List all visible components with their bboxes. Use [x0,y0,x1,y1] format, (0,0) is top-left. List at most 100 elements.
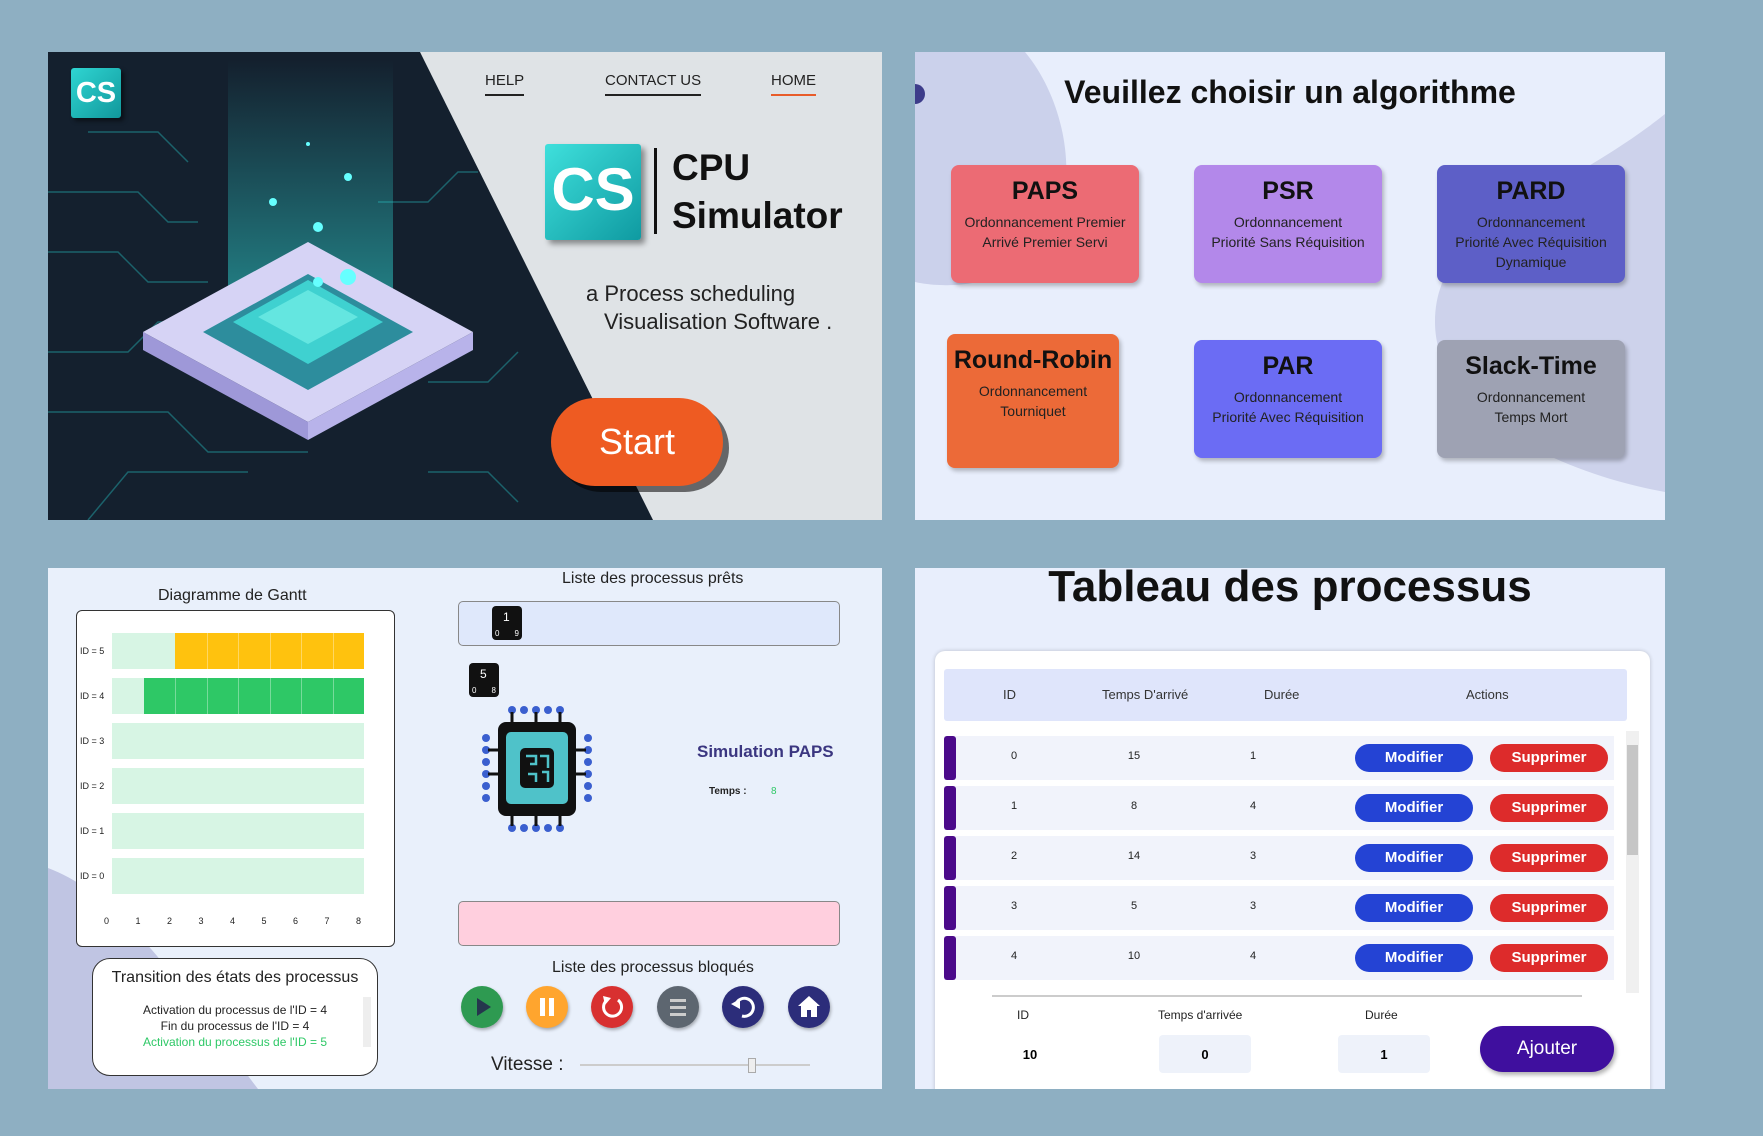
form-id-field[interactable] [984,1035,1076,1073]
algorithm-card-title: PARD [1496,177,1566,205]
row-stripe [944,736,956,780]
cell-duration: 3 [1249,850,1257,862]
nav-home-link[interactable]: HOME [771,72,816,96]
nav-help-link[interactable]: HELP [485,72,525,96]
transition-line: Activation du processus de l'ID = 5 [142,1035,328,1049]
table-row: 1 8 4 Modifier Supprimer [944,786,1614,830]
gantt-bar-divider [269,633,271,669]
algorithm-card-paps[interactable]: PAPS Ordonnancement Premier Arrivé Premier… [951,165,1139,283]
form-arrival-label: Temps d'arrivée [1158,1008,1243,1022]
modify-button[interactable]: Modifier [1355,744,1473,772]
gantt-chart: ID = 5 ID = 4 ID = 3 ID = 2 ID = 1 ID = 0 0 1 2 3… [76,610,395,947]
simulation-title: Simulation PAPS [697,742,834,761]
gantt-bar-divider [206,678,208,714]
delete-button[interactable]: Supprimer [1490,744,1608,772]
delete-button[interactable]: Supprimer [1490,794,1608,822]
algorithm-card-psr[interactable]: PSR Ordonnancement Priorité Sans Réquisiti… [1194,165,1382,283]
row-stripe [944,836,956,880]
time-value: 8 [771,786,777,797]
blocked-list-title: Liste des processus bloqués [552,959,754,976]
algorithm-card-description-line: Ordonnancement [1476,214,1586,230]
gantt-bar-divider [301,678,302,714]
speed-label: Vitesse : [491,1054,564,1075]
algorithm-card-par[interactable]: PAR Ordonnancement Priorité Avec Réquisiti… [1194,340,1382,458]
algorithm-card-round-robin[interactable]: Round-Robin Ordonnancement Tourniquet [947,334,1119,468]
transition-line: Fin du processus de l'ID = 4 [160,1019,310,1033]
logo-divider [654,148,657,234]
gantt-row-label: ID = 4 [80,691,105,701]
gantt-tick-label: 6 [293,916,299,926]
list-icon [670,999,686,1016]
cell-id: 3 [1010,900,1018,912]
gantt-tick-label: 0 [104,916,110,926]
gantt-bar-divider [206,633,208,669]
running-process-card: 5 0 8 [469,663,499,697]
list-button[interactable] [657,986,699,1028]
table-scrollbar-thumb[interactable] [1627,745,1638,855]
modify-button[interactable]: Modifier [1355,794,1473,822]
pause-button[interactable] [526,986,568,1028]
gantt-row-track [112,723,364,759]
form-arrival-field[interactable] [1159,1035,1251,1073]
algorithm-card-title: Slack-Time [1465,352,1597,380]
form-duration-field[interactable] [1338,1035,1430,1073]
cell-arrival: 15 [1127,750,1141,762]
header-actions: Actions [1466,687,1509,702]
restart-button[interactable] [591,986,633,1028]
modify-button[interactable]: Modifier [1355,844,1473,872]
form-id-label: ID [1017,1008,1029,1022]
play-button[interactable] [461,986,503,1028]
algorithm-card-description-line: Priorité Avec Réquisition [1455,234,1607,250]
transitions-scrollbar[interactable] [363,997,371,1047]
algorithm-card-description-line: Temps Mort [1494,409,1568,425]
gantt-bar-divider [238,678,239,714]
start-button[interactable]: Start [551,398,723,486]
ready-queue: 1 0 9 [458,601,840,646]
home-button[interactable] [788,986,830,1028]
cell-duration: 3 [1249,900,1257,912]
header-arrival: Temps D'arrivé [1102,687,1189,702]
row-stripe [944,886,956,930]
gantt-tick-label: 7 [324,916,330,926]
app-logo: CS [545,144,641,240]
gantt-row-track [112,768,364,804]
gantt-title: Diagramme de Gantt [158,587,307,604]
process-table-panel: Tableau des processus ID Temps D'arrivé … [915,568,1665,1089]
nav-contact-link[interactable]: CONTACT US [605,72,702,96]
gantt-bar-divider [269,678,271,714]
gantt-bar [143,678,364,714]
table-row: 0 15 1 Modifier Supprimer [944,736,1614,780]
process-id: 1 [503,610,510,624]
delete-button[interactable]: Supprimer [1490,894,1608,922]
transitions-box: Transition des états des processus Activ… [92,958,378,1076]
gantt-tick-label: 5 [261,916,267,926]
delete-button[interactable]: Supprimer [1490,944,1608,972]
gantt-bar-divider [332,678,334,714]
algorithm-card-description: Ordonnancement Priorité Avec Réquisition D… [1437,212,1625,272]
gantt-row-label: ID = 1 [80,826,105,836]
header-duration: Durée [1264,687,1300,702]
cell-duration: 1 [1249,750,1257,762]
gantt-row-track [112,813,364,849]
algorithm-card-title: PAR [1262,352,1314,380]
ready-process-card: 1 0 9 [492,606,522,640]
gantt-row-label: ID = 3 [80,736,105,746]
algorithm-card-pard[interactable]: PARD Ordonnancement Priorité Avec Réquisit… [1437,165,1625,283]
table-scrollbar[interactable] [1626,731,1639,993]
delete-button[interactable]: Supprimer [1490,844,1608,872]
modify-button[interactable]: Modifier [1355,944,1473,972]
cell-duration: 4 [1249,800,1257,812]
back-button[interactable] [722,986,764,1028]
gantt-row-label: ID = 0 [80,871,105,881]
restart-icon [602,996,623,1018]
speed-slider[interactable] [580,1058,810,1073]
speed-slider-handle[interactable] [747,1058,756,1073]
modify-button[interactable]: Modifier [1355,894,1473,922]
cell-duration: 4 [1249,950,1257,962]
gantt-tick-label: 1 [135,916,141,926]
app-subtitle-line-2: Visualisation Software . [604,309,833,334]
app-title-line-1: CPU [672,147,751,188]
add-button[interactable]: Ajouter [1480,1026,1614,1072]
algorithm-card-title: PAPS [1011,177,1079,205]
algorithm-card-slack-time[interactable]: Slack-Time Ordonnancement Temps Mort [1437,340,1625,458]
